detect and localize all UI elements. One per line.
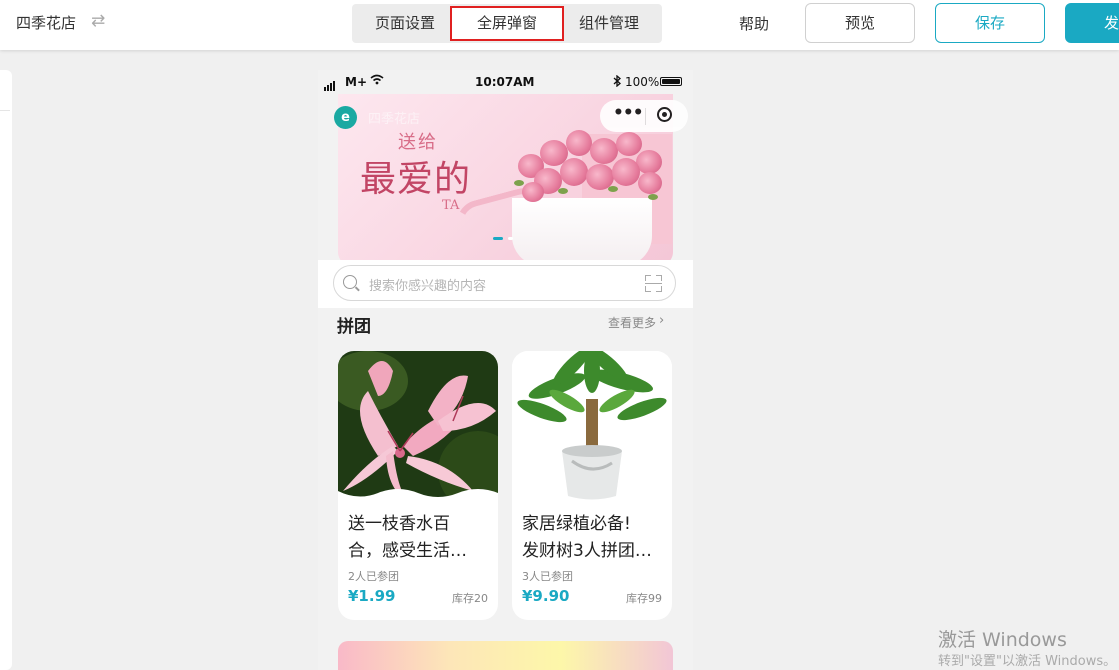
product-card[interactable]: 送一枝香水百 合，感受生活… 2人已参团 ¥1.99 库存20: [338, 351, 498, 620]
joined-count: 3人已参团: [522, 570, 573, 583]
help-link[interactable]: 帮助: [739, 13, 769, 34]
carrier-label: M+: [345, 75, 367, 89]
preview-button[interactable]: 预览: [805, 3, 915, 43]
banner-word-big: 最爱的: [360, 159, 472, 200]
search-row: 搜索你感兴趣的内容: [318, 260, 693, 308]
chevron-right-icon[interactable]: ›: [659, 313, 664, 328]
swap-store-icon[interactable]: ⇄: [91, 11, 105, 31]
product-title: 家居绿植必备! 发财树3人拼团…: [522, 514, 652, 561]
left-side-panel: [0, 70, 12, 670]
scan-icon[interactable]: [645, 275, 662, 292]
search-input[interactable]: 搜索你感兴趣的内容: [333, 265, 676, 301]
product-stock: 库存99: [626, 592, 662, 605]
store-name: 四季花店: [16, 14, 77, 32]
publish-button[interactable]: 发: [1065, 3, 1119, 43]
close-target-icon[interactable]: [657, 107, 672, 122]
status-time: 10:07AM: [475, 75, 535, 89]
view-more-link[interactable]: 查看更多: [608, 314, 656, 331]
tab-page-settings[interactable]: 页面设置: [362, 6, 448, 41]
banner-store-name: 四季花店: [368, 112, 421, 127]
product-card[interactable]: 家居绿植必备! 发财树3人拼团… 3人已参团 ¥9.90 库存99: [512, 351, 672, 620]
lily-product-image: [338, 351, 498, 501]
rose-bouquet-image: [498, 124, 668, 209]
carousel-indicator-active[interactable]: [493, 237, 503, 240]
product-stock: 库存20: [452, 592, 488, 605]
money-tree-product-image: [512, 351, 672, 501]
wifi-icon: [370, 74, 384, 88]
top-toolbar: 四季花店 ⇄ 页面设置 全屏弹窗 组件管理 帮助 预览 保存 发: [0, 0, 1119, 50]
phone-status-bar: M+ 10:07AM 100%: [318, 70, 693, 94]
product-price: ¥1.99: [348, 587, 396, 605]
windows-activation-subtext: 转到"设置"以激活 Windows。: [938, 654, 1117, 669]
editor-tab-group: 页面设置 全屏弹窗 组件管理: [352, 4, 662, 43]
miniapp-capsule: •••: [600, 100, 688, 132]
more-dots-icon[interactable]: •••: [613, 103, 644, 123]
battery-percent: 100%: [625, 75, 660, 89]
left-panel-divider: [0, 70, 10, 111]
phone-preview: M+ 10:07AM 100% 送给 最爱的 TA e 四季花店 ••• 搜索你…: [318, 70, 693, 670]
carousel-indicator[interactable]: [508, 237, 513, 240]
windows-activation-watermark: 激活 Windows: [938, 629, 1067, 651]
battery-icon: [660, 77, 682, 86]
bottom-banner[interactable]: [338, 641, 673, 670]
tab-component-management[interactable]: 组件管理: [566, 6, 652, 41]
save-button[interactable]: 保存: [935, 3, 1045, 43]
store-logo-icon: e: [334, 106, 357, 129]
search-placeholder: 搜索你感兴趣的内容: [369, 279, 487, 294]
tab-fullscreen-popup[interactable]: 全屏弹窗: [450, 6, 564, 41]
banner-word-ta: TA: [442, 198, 460, 213]
section-title: 拼团: [337, 317, 371, 337]
product-title: 送一枝香水百 合，感受生活…: [348, 514, 467, 561]
product-price: ¥9.90: [522, 587, 570, 605]
search-icon: [343, 275, 357, 289]
signal-icon: [324, 77, 336, 91]
bluetooth-icon: [613, 74, 621, 90]
joined-count: 2人已参团: [348, 570, 399, 583]
